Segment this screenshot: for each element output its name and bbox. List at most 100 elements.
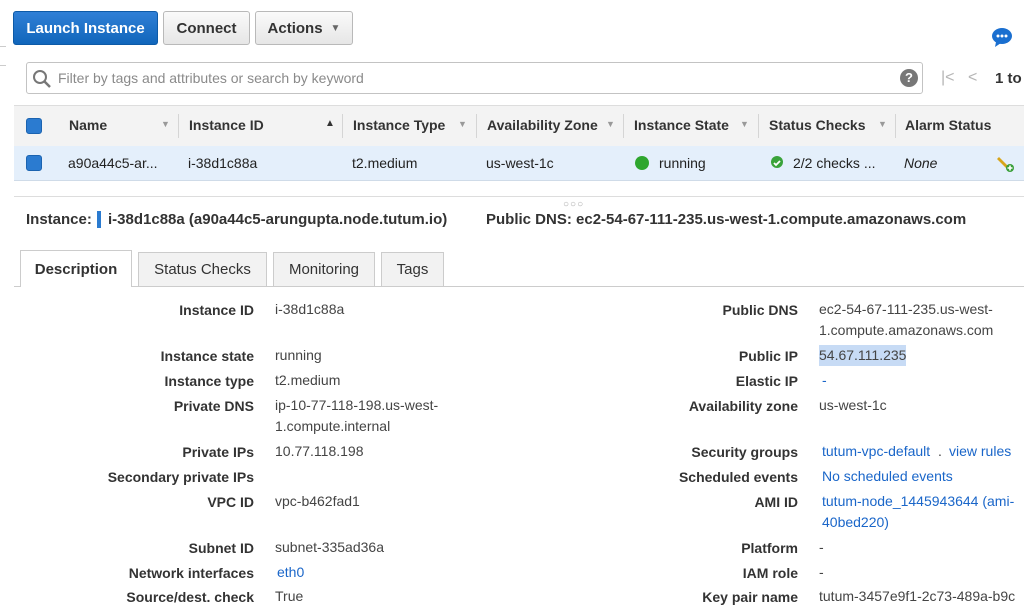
private-dns-value: ip-10-77-118-198.us-west-1.compute.inter…	[275, 397, 439, 434]
subnet-id-label: Subnet ID	[188, 540, 254, 556]
instance-type-label: Instance type	[164, 373, 254, 389]
cell-instance-state: running	[659, 155, 706, 171]
column-divider	[178, 114, 179, 138]
column-divider	[895, 114, 896, 138]
tab-status-checks[interactable]: Status Checks	[138, 252, 267, 286]
sort-caret-icon[interactable]: ▼	[878, 119, 887, 129]
security-groups-label: Security groups	[691, 444, 798, 460]
instance-type-value: t2.medium	[275, 372, 341, 388]
instance-id-label: Instance ID	[179, 302, 254, 318]
sort-ascending-icon[interactable]: ▲	[325, 118, 335, 129]
column-availability-zone[interactable]: Availability Zone	[487, 117, 598, 133]
private-ips-label: Private IPs	[182, 444, 254, 460]
sort-caret-icon[interactable]: ▼	[740, 119, 749, 129]
sort-caret-icon[interactable]: ▼	[606, 119, 615, 129]
public-dns-label: Public DNS	[722, 302, 798, 318]
elastic-ip-label: Elastic IP	[735, 373, 798, 389]
cell-availability-zone: us-west-1c	[486, 155, 554, 171]
cell-status-checks: 2/2 checks ...	[793, 155, 876, 171]
help-icon[interactable]: ?	[900, 69, 918, 87]
instance-title: i-38d1c88a (a90a44c5-arungupta.node.tutu…	[108, 211, 448, 228]
key-pair-name-value: tutum-3457e9f1-2c73-489a-b9c	[819, 588, 1016, 604]
vpc-id-label: VPC ID	[207, 494, 254, 510]
connect-button[interactable]: Connect	[163, 11, 250, 45]
search-filter-input[interactable]: Filter by tags and attributes or search …	[26, 62, 923, 94]
vpc-id-value: vpc-b462fad1	[275, 493, 360, 509]
iam-role-value: -	[819, 564, 824, 580]
security-groups-separator: .	[938, 443, 942, 459]
cell-alarm-status: None	[904, 155, 938, 171]
column-alarm-status[interactable]: Alarm Status	[905, 117, 991, 133]
column-name[interactable]: Name	[69, 117, 107, 133]
sort-caret-icon[interactable]: ▼	[161, 119, 170, 129]
public-ip-label: Public IP	[738, 348, 798, 364]
instance-label: Instance:	[26, 211, 92, 228]
tab-tags-label: Tags	[396, 261, 429, 278]
column-instance-id[interactable]: Instance ID	[189, 117, 264, 133]
tab-monitoring-label: Monitoring	[288, 261, 360, 278]
key-pair-name-label: Key pair name	[702, 589, 798, 605]
public-dns-value: ec2-54-67-111-235.us-west-1.compute.amaz…	[819, 301, 994, 338]
search-placeholder: Filter by tags and attributes or search …	[58, 70, 364, 86]
instance-color-marker	[97, 211, 101, 228]
platform-label: Platform	[741, 540, 798, 556]
security-group-link[interactable]: tutum-vpc-default	[822, 441, 930, 462]
actions-label: Actions	[267, 19, 323, 37]
search-icon	[32, 69, 52, 89]
connect-label: Connect	[176, 19, 237, 37]
table-header: Name ▼ Instance ID ▲ Instance Type ▼ Ava…	[14, 105, 1024, 147]
checkmark-icon	[771, 156, 783, 168]
ami-id-link[interactable]: tutum-node_1445943644 (ami-40bed220)	[822, 491, 1024, 533]
tab-tags[interactable]: Tags	[381, 252, 444, 286]
tab-monitoring[interactable]: Monitoring	[273, 252, 375, 286]
cell-name: a90a44c5-ar...	[68, 155, 158, 171]
pane-splitter[interactable]	[14, 196, 1024, 197]
elastic-ip-value[interactable]: -	[822, 370, 827, 391]
actions-button[interactable]: Actions ▼	[255, 11, 353, 45]
sort-caret-icon[interactable]: ▼	[458, 119, 467, 129]
scheduled-events-link[interactable]: No scheduled events	[822, 466, 953, 487]
sidebar-edge	[0, 65, 6, 66]
ami-id-label: AMI ID	[754, 494, 798, 510]
row-checkbox[interactable]	[26, 155, 42, 171]
column-instance-state[interactable]: Instance State	[634, 117, 729, 133]
launch-instance-label: Launch Instance	[26, 19, 145, 37]
instance-state-value: running	[275, 347, 322, 363]
column-divider	[758, 114, 759, 138]
secondary-private-ips-label: Secondary private IPs	[107, 469, 254, 485]
tab-description[interactable]: Description	[20, 250, 132, 287]
first-page-icon[interactable]: |<	[941, 69, 955, 87]
column-instance-type[interactable]: Instance Type	[353, 117, 445, 133]
select-all-checkbox[interactable]	[26, 118, 42, 134]
chat-icon[interactable]	[991, 27, 1013, 47]
table-row[interactable]: a90a44c5-ar... i-38d1c88a t2.medium us-w…	[14, 146, 1024, 181]
public-dns-header: Public DNS: ec2-54-67-111-235.us-west-1.…	[486, 211, 967, 228]
pagination-text: 1 to	[995, 70, 1022, 87]
create-alarm-icon[interactable]	[996, 153, 1016, 173]
source-dest-check-value: True	[275, 588, 304, 604]
platform-value: -	[819, 539, 824, 555]
availability-zone-value: us-west-1c	[819, 397, 887, 413]
launch-instance-button[interactable]: Launch Instance	[13, 11, 158, 45]
public-ip-value: 54.67.111.235	[819, 345, 907, 366]
instance-state-label: Instance state	[160, 348, 254, 364]
prev-page-icon[interactable]: <	[968, 69, 977, 87]
sidebar-edge	[0, 46, 6, 47]
availability-zone-label: Availability zone	[688, 398, 798, 414]
chevron-down-icon: ▼	[330, 22, 341, 34]
cell-instance-id: i-38d1c88a	[188, 155, 258, 171]
iam-role-label: IAM role	[742, 565, 798, 581]
tab-status-checks-label: Status Checks	[154, 261, 251, 278]
source-dest-check-label: Source/dest. check	[126, 589, 254, 605]
private-dns-label: Private DNS	[173, 398, 254, 414]
tab-baseline	[14, 286, 1024, 287]
splitter-grip-icon[interactable]: ○○○	[563, 199, 584, 210]
view-rules-link[interactable]: view rules	[949, 441, 1011, 462]
column-status-checks[interactable]: Status Checks	[769, 117, 865, 133]
column-divider	[342, 114, 343, 138]
instance-id-value: i-38d1c88a	[275, 301, 345, 317]
column-divider	[623, 114, 624, 138]
private-ips-value: 10.77.118.198	[275, 443, 364, 459]
eth0-link[interactable]: eth0	[277, 562, 304, 583]
subnet-id-value: subnet-335ad36a	[275, 539, 384, 555]
